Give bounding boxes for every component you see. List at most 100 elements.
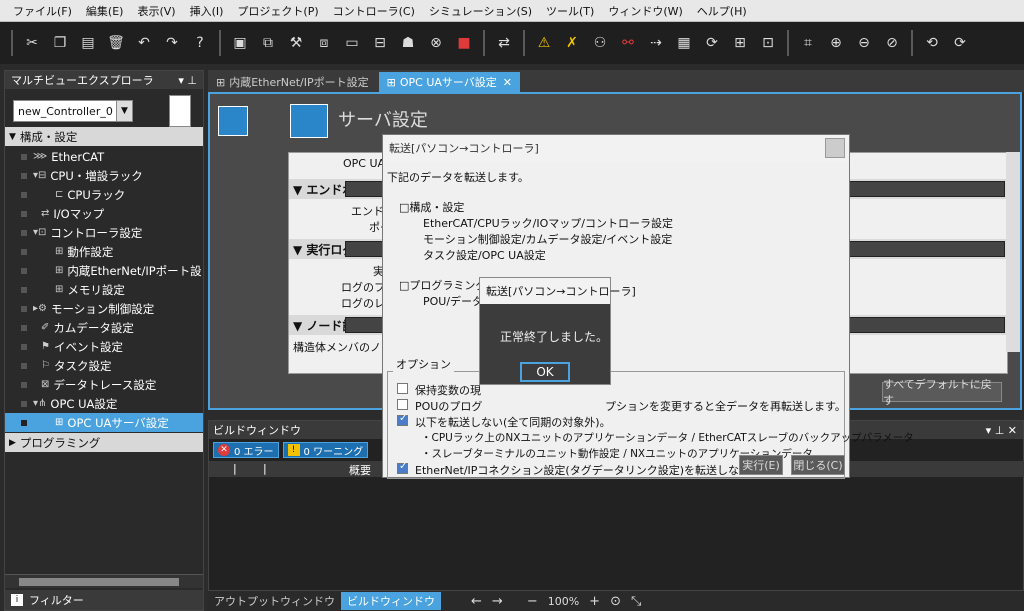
stop-icon[interactable]: ■ (452, 31, 476, 55)
tab-output-window[interactable]: アウトプットウィンドウ (208, 592, 341, 610)
help-icon[interactable]: ? (188, 31, 212, 55)
column-summary[interactable]: 概要 (349, 462, 371, 478)
redo-icon[interactable]: ↷ (160, 31, 184, 55)
filter-bar[interactable]: i フィルター (5, 590, 203, 610)
paste-icon[interactable]: ▤ (76, 31, 100, 55)
zoom-out-icon[interactable]: ⊖ (852, 31, 876, 55)
menu-insert[interactable]: 挿入(I) (183, 3, 231, 19)
network-icon[interactable]: ⧈ (312, 31, 336, 55)
menu-file[interactable]: ファイル(F) (6, 3, 79, 19)
3d-icon[interactable]: ▣ (228, 31, 252, 55)
expand-icon[interactable]: ▼ (9, 132, 16, 142)
pin-icon[interactable]: ▾ ⊥ ✕ (986, 424, 1017, 437)
expand-icon[interactable]: ▶ (9, 438, 16, 448)
chevron-down-icon[interactable]: ▼ (116, 101, 132, 121)
tree-item-motion[interactable]: ▸⚙ モーション制御設定 (5, 299, 203, 318)
menu-edit[interactable]: 編集(E) (79, 3, 131, 19)
warning-filter[interactable]: ! 0 ワーニング (282, 442, 369, 458)
explorer-scrollbar[interactable] (5, 574, 203, 588)
tree-item-opc-ua-server[interactable]: ⊞ OPC UAサーバ設定 (5, 413, 203, 432)
link-icon[interactable]: ⚯ (616, 31, 640, 55)
editor-scrollbar[interactable] (1006, 152, 1020, 352)
tree-item-ethernet-ip[interactable]: ⊞ 内蔵EtherNet/IPポート設 (5, 261, 203, 280)
build-icon[interactable]: ⚒ (284, 31, 308, 55)
ok-button[interactable]: OK (520, 362, 570, 382)
compare-icon[interactable]: ⊟ (368, 31, 392, 55)
back-icon[interactable]: ⟲ (920, 31, 944, 55)
info-icon: i (11, 594, 23, 606)
tree-item-ethercat[interactable]: ⋙ EtherCAT (5, 147, 203, 166)
tree-item-memory[interactable]: ⊞ メモリ設定 (5, 280, 203, 299)
cut-icon[interactable]: ✂ (20, 31, 44, 55)
close-button[interactable] (825, 138, 845, 158)
tree-item-event[interactable]: ⚑ イベント設定 (5, 337, 203, 356)
tree-header-programming[interactable]: ▶ プログラミング (5, 433, 203, 452)
menu-project[interactable]: プロジェクト(P) (230, 3, 325, 19)
zoom-reset-icon[interactable]: ⊙ (610, 594, 621, 609)
tree-item-cpu-rack-group[interactable]: ▾⊟ CPU・増設ラック (5, 166, 203, 185)
reset-defaults-button[interactable]: すべてデフォルトに戻す (882, 378, 1002, 407)
close-icon[interactable]: ✕ (503, 76, 512, 89)
zoom-out-icon[interactable]: − (527, 594, 538, 609)
binoculars-icon[interactable]: ⊗ (424, 31, 448, 55)
arrow-left-icon[interactable]: ← (471, 594, 482, 609)
tree-item-controller-settings[interactable]: ▾⊡ コントローラ設定 (5, 223, 203, 242)
tree-bullet (21, 381, 27, 388)
fit-icon[interactable]: ⤡ (631, 594, 641, 609)
tree-bullet (21, 419, 27, 426)
layout-icon[interactable]: ⊡ (756, 31, 780, 55)
menu-window[interactable]: ウィンドウ(W) (601, 3, 689, 19)
tree-item-cam-data[interactable]: ✐ カムデータ設定 (5, 318, 203, 337)
execute-button[interactable]: 実行(E) (739, 455, 783, 475)
menu-view[interactable]: 表示(V) (130, 3, 182, 19)
warning-icon[interactable]: ⚠ (532, 31, 556, 55)
copy-icon[interactable]: ❐ (48, 31, 72, 55)
menu-help[interactable]: ヘルプ(H) (690, 3, 754, 19)
glasses-icon[interactable]: ⚇ (588, 31, 612, 55)
io-icon[interactable]: ⊞ (728, 31, 752, 55)
transfer-icon[interactable]: ⇄ (492, 31, 516, 55)
menu-controller[interactable]: コントローラ(C) (326, 3, 422, 19)
ethernet-ip-checkbox[interactable] (397, 461, 408, 474)
tree-item-io-map[interactable]: ⇄ I/Oマップ (5, 204, 203, 223)
menu-simulation[interactable]: シミュレーション(S) (422, 3, 539, 19)
tree-bullet (21, 267, 27, 274)
users-icon[interactable]: ☗ (396, 31, 420, 55)
tree-item-cpu-rack[interactable]: ⊏ CPUラック (5, 185, 203, 204)
arrow-right-icon[interactable]: → (492, 594, 503, 609)
window-icon[interactable]: ⧉ (256, 31, 280, 55)
zoom-reset-icon[interactable]: ⊘ (880, 31, 904, 55)
zoom-in-icon[interactable]: + (589, 594, 600, 609)
build-title: ビルドウィンドウ (213, 424, 301, 437)
tree-header-config[interactable]: ▼ 構成・設定 (5, 127, 203, 146)
delete-icon[interactable]: 🗑 (104, 31, 128, 55)
tab-ethernet-ip[interactable]: ⊞ 内蔵EtherNet/IPポート設定 (208, 72, 377, 92)
retain-variables-checkbox[interactable] (397, 383, 408, 394)
tree-item-data-trace[interactable]: ⊠ データトレース設定 (5, 375, 203, 394)
fit-icon[interactable]: ⌗ (796, 31, 820, 55)
monitor-icon[interactable]: ▭ (340, 31, 364, 55)
tree-bullet (21, 324, 27, 331)
clear-warning-icon[interactable]: ✗ (560, 31, 584, 55)
error-filter[interactable]: ✕ 0 エラー (213, 442, 279, 458)
controller-select[interactable]: new_Controller_0 ▼ (13, 100, 133, 122)
tree-item-task[interactable]: ⚐ タスク設定 (5, 356, 203, 375)
tab-build-window[interactable]: ビルドウィンドウ (341, 592, 441, 610)
close-dialog-button[interactable]: 閉じる(C) (791, 455, 845, 475)
pou-program-label: POUのプログ (415, 400, 483, 413)
scroll-thumb[interactable] (19, 578, 179, 586)
zoom-in-icon[interactable]: ⊕ (824, 31, 848, 55)
step-icon[interactable]: ⇢ (644, 31, 668, 55)
exclude-sync-checkbox[interactable] (397, 413, 408, 426)
refresh-icon[interactable]: ⟳ (700, 31, 724, 55)
tree-item-operation-settings[interactable]: ⊞ 動作設定 (5, 242, 203, 261)
pin-icon[interactable]: ▾ ⊥ (178, 74, 197, 87)
opc-ua-label: OPC UA (343, 157, 386, 170)
forward-icon[interactable]: ⟳ (948, 31, 972, 55)
tree-item-opc-ua[interactable]: ▾⋔ OPC UA設定 (5, 394, 203, 413)
undo-icon[interactable]: ↶ (132, 31, 156, 55)
pou-program-checkbox[interactable] (397, 399, 408, 410)
menu-tools[interactable]: ツール(T) (539, 3, 601, 19)
stack-icon[interactable]: ▦ (672, 31, 696, 55)
tab-opc-ua-server[interactable]: ⊞ OPC UAサーバ設定 ✕ (378, 72, 521, 92)
